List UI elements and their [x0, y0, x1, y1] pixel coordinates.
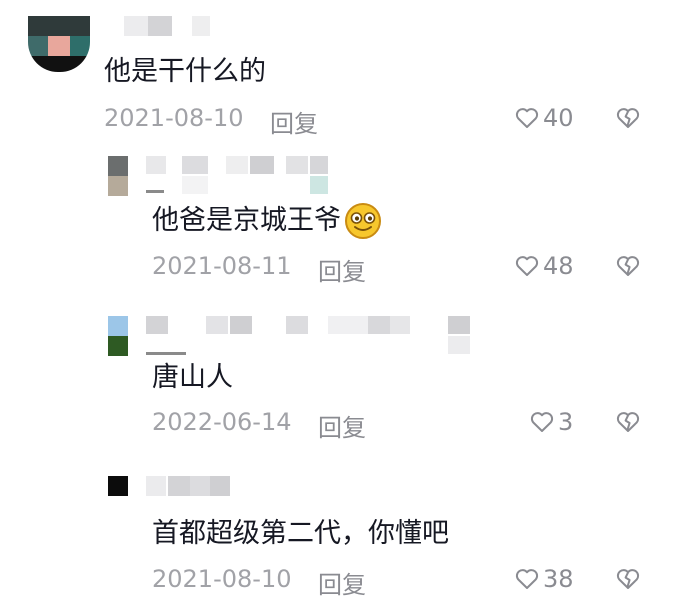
comment-text-body: 他爸是京城王爷 [152, 205, 341, 236]
username[interactable] [146, 476, 230, 496]
comment-date: 2021-08-10 [152, 565, 292, 593]
dislike-button[interactable] [616, 568, 640, 590]
avatar[interactable] [108, 156, 128, 196]
dislike-button[interactable] [616, 107, 640, 129]
broken-heart-icon [616, 255, 640, 277]
avatar[interactable] [108, 316, 128, 356]
username[interactable] [146, 316, 472, 358]
heart-icon [515, 568, 539, 590]
broken-heart-icon [616, 107, 640, 129]
dislike-button[interactable] [616, 255, 640, 277]
like-count: 40 [543, 104, 574, 132]
comment-date: 2022-06-14 [152, 408, 292, 436]
broken-heart-icon [616, 411, 640, 433]
comment-text: 他是干什么的 [104, 56, 266, 87]
comment-date: 2021-08-11 [152, 252, 292, 280]
reply-button[interactable]: 回复 [270, 104, 318, 139]
comment-date: 2021-08-10 [104, 104, 244, 132]
avatar[interactable] [28, 16, 90, 72]
like-count: 48 [543, 252, 574, 280]
avatar[interactable] [108, 476, 128, 496]
heart-icon [515, 255, 539, 277]
heart-icon [515, 107, 539, 129]
comment-text: 唐山人 [152, 362, 233, 393]
like-button[interactable]: 40 [515, 104, 574, 132]
smiling-face-emoji [343, 201, 383, 241]
broken-heart-icon [616, 568, 640, 590]
like-count: 38 [543, 565, 574, 593]
comment-text: 他爸是京城王爷 [152, 201, 383, 241]
dislike-button[interactable] [616, 411, 640, 433]
reply-button[interactable]: 回复 [318, 408, 366, 443]
like-button[interactable]: 3 [530, 408, 573, 436]
reply-button[interactable]: 回复 [318, 565, 366, 600]
like-count: 3 [558, 408, 574, 436]
reply-button[interactable]: 回复 [318, 252, 366, 287]
comment-text: 首都超级第二代，你懂吧 [152, 518, 449, 549]
heart-icon [530, 411, 554, 433]
like-button[interactable]: 48 [515, 252, 574, 280]
username[interactable] [106, 16, 210, 36]
like-button[interactable]: 38 [515, 565, 574, 593]
username[interactable] [146, 156, 330, 196]
